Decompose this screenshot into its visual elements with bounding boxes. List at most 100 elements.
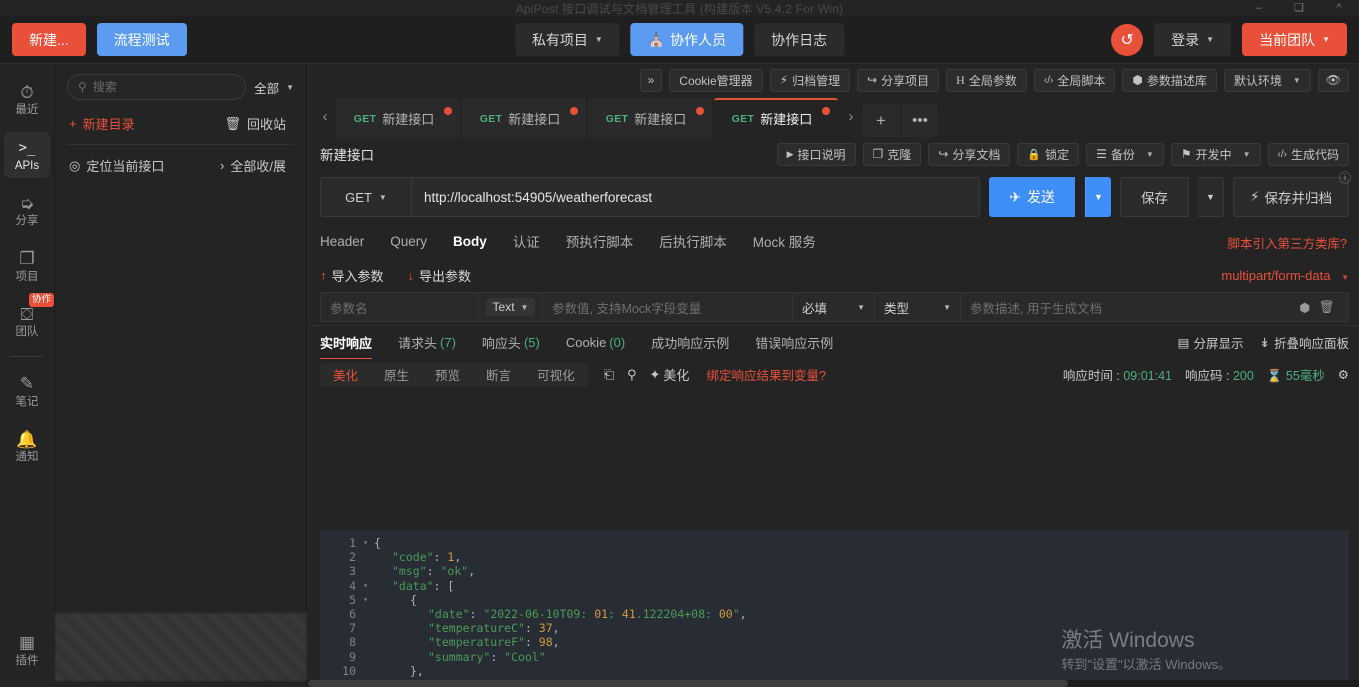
send-button[interactable]: ✈ 发送	[989, 177, 1076, 217]
format-beautify[interactable]: 美化	[320, 363, 371, 387]
format-assert[interactable]: 断言	[473, 363, 524, 387]
url-input[interactable]	[424, 189, 968, 205]
tab-mock-service[interactable]: Mock 服务	[753, 231, 816, 253]
save-options-button[interactable]: ▼	[1198, 177, 1225, 217]
tab-auth[interactable]: 认证	[513, 231, 540, 253]
sync-icon[interactable]: ↺	[1111, 23, 1144, 56]
tab-body[interactable]: Body	[453, 234, 487, 251]
request-tab[interactable]: GET 新建接口	[588, 98, 712, 137]
locate-current-api-button[interactable]: ◎ 定位当前接口	[69, 156, 164, 175]
backup-button[interactable]: ☰ 备份 ▼	[1086, 142, 1164, 166]
cookie-manager-button[interactable]: Cookie管理器	[669, 68, 763, 92]
flow-test-button[interactable]: 流程测试	[96, 23, 187, 56]
collab-log-button[interactable]: 协作日志	[754, 23, 845, 56]
param-datatype-cell[interactable]: 类型 ▼	[875, 293, 961, 321]
clone-button[interactable]: ❐ 克隆	[862, 142, 922, 166]
filter-select[interactable]: 全部 ▼	[254, 78, 294, 97]
bulk-edit-icon[interactable]: ⬢	[1299, 300, 1310, 315]
sidebar-item-team[interactable]: 协作 ⛋ 团队	[4, 293, 54, 345]
search-input[interactable]	[92, 80, 236, 94]
search-icon[interactable]: ⚲	[627, 367, 637, 383]
tab-error-example[interactable]: 错误响应示例	[755, 326, 833, 360]
team-button[interactable]: 当前团队 ▼	[1242, 23, 1347, 56]
close-button[interactable]: ^	[1319, 0, 1359, 16]
tab-cookie[interactable]: Cookie (0)	[566, 326, 625, 360]
interface-description-button[interactable]: ▶ 接口说明	[776, 142, 856, 166]
param-description-cell[interactable]: 参数描述, 用于生成文档	[961, 293, 1286, 321]
trash-icon[interactable]: 🗑	[1319, 300, 1335, 315]
tabs-next-button[interactable]: ›	[840, 96, 862, 137]
minimize-button[interactable]: –	[1239, 0, 1279, 16]
generate-code-button[interactable]: ‹/› 生成代码	[1267, 142, 1349, 166]
param-type-cell[interactable]: Text ▼	[479, 293, 543, 321]
tab-response-headers[interactable]: 响应头 (5)	[482, 326, 540, 360]
tab-realtime-response[interactable]: 实时响应	[320, 326, 373, 360]
gear-icon[interactable]: ⚙	[1338, 367, 1349, 382]
format-preview[interactable]: 预览	[422, 363, 473, 387]
environment-select[interactable]: 默认环境 ▼	[1223, 68, 1311, 92]
bind-response-variable-link[interactable]: 绑定响应结果到变量?	[706, 365, 825, 384]
tab-success-example[interactable]: 成功响应示例	[651, 326, 729, 360]
maximize-button[interactable]: ❑	[1279, 0, 1319, 16]
save-button[interactable]: 保存	[1120, 177, 1190, 217]
sidebar-item-project[interactable]: ❐ 项目	[4, 243, 50, 290]
param-required-cell[interactable]: 必填 ▼	[793, 293, 875, 321]
sidebar-item-notes[interactable]: ✎ 笔记	[4, 368, 50, 415]
search-box[interactable]: ⚲	[67, 74, 247, 100]
tab-pre-script[interactable]: 预执行脚本	[566, 231, 634, 253]
status-button[interactable]: ⚑ 开发中 ▼	[1170, 142, 1261, 166]
sidebar-item-notification[interactable]: 🔔 通知	[4, 423, 50, 470]
format-visualize[interactable]: 可视化	[524, 363, 588, 387]
project-select[interactable]: 私有项目 ▼	[514, 23, 620, 56]
export-params-button[interactable]: ↓ 导出参数	[408, 266, 472, 285]
add-tab-button[interactable]: +	[862, 104, 900, 137]
format-raw[interactable]: 原生	[371, 363, 422, 387]
split-view-button[interactable]: ▤ 分屏显示	[1178, 333, 1244, 352]
http-method-select[interactable]: GET ▼	[320, 177, 412, 217]
url-input-wrapper[interactable]	[412, 177, 981, 217]
tab-request-headers[interactable]: 请求头 (7)	[398, 326, 456, 360]
copy-icon[interactable]: ⎗	[604, 367, 614, 383]
tab-query[interactable]: Query	[390, 234, 427, 251]
request-tab[interactable]: GET 新建接口	[462, 98, 586, 137]
param-description-library-button[interactable]: ⬢ 参数描述库	[1122, 68, 1217, 92]
lock-button[interactable]: 🔒 锁定	[1017, 142, 1080, 166]
request-tab[interactable]: GET 新建接口	[336, 98, 460, 137]
content-type-select[interactable]: multipart/form-data ▼	[1221, 268, 1349, 283]
archive-manager-button[interactable]: ⚡ 归档管理	[769, 68, 851, 92]
tab-post-script[interactable]: 后执行脚本	[659, 231, 727, 253]
response-body-viewer[interactable]: 1▾234▾5▾67891011▾121314151617▾ {"code": …	[320, 530, 1349, 687]
tab-header[interactable]: Header	[320, 234, 364, 251]
sidebar-item-recent[interactable]: ⏱ 最近	[4, 76, 50, 123]
new-button[interactable]: 新建...	[12, 23, 86, 56]
send-options-button[interactable]: ▼	[1085, 177, 1112, 217]
beautify-button[interactable]: ✦ 美化	[650, 365, 690, 384]
collapse-panel-button[interactable]: ↡ 折叠响应面板	[1260, 333, 1350, 352]
global-params-button[interactable]: H 全局参数	[946, 68, 1027, 92]
third-party-library-link[interactable]: 脚本引入第三方类库?	[1228, 233, 1347, 252]
share-doc-button[interactable]: ↪ 分享文档	[928, 142, 1011, 166]
code-content[interactable]: {"code": 1, "msg": "ok", "data": [{"date":…	[360, 530, 1349, 687]
question-icon[interactable]: ⓘ	[1339, 169, 1351, 186]
new-directory-button[interactable]: + 新建目录	[69, 114, 135, 133]
import-params-button[interactable]: ↑ 导入参数	[320, 266, 384, 285]
sidebar-item-plugins[interactable]: ▦ 插件	[4, 627, 50, 674]
sidebar-item-share[interactable]: ➭ 分享	[4, 187, 50, 234]
horizontal-scrollbar[interactable]	[308, 680, 1359, 687]
param-name-cell[interactable]: 参数名	[321, 293, 479, 321]
eye-icon[interactable]: 👁	[1317, 68, 1349, 92]
share-project-button[interactable]: ↪ 分享项目	[857, 68, 940, 92]
param-type-chip[interactable]: Text ▼	[485, 298, 536, 316]
expand-toolbar-button[interactable]: »	[639, 68, 663, 92]
login-button[interactable]: 登录 ▼	[1154, 23, 1232, 56]
sidebar-item-apis[interactable]: >_ APIs	[4, 131, 50, 178]
expand-collapse-all-button[interactable]: › 全部收/展	[220, 156, 286, 175]
recycle-bin-button[interactable]: 🗑 回收站	[224, 114, 286, 133]
save-and-archive-button[interactable]: ⚡ 保存并归档	[1233, 177, 1349, 217]
collaborators-button[interactable]: ⛪ 协作人员	[630, 23, 744, 56]
tabs-prev-button[interactable]: ‹	[314, 96, 336, 137]
tab-more-button[interactable]: •••	[902, 104, 938, 137]
request-tab-active[interactable]: GET 新建接口	[714, 98, 838, 137]
param-value-cell[interactable]: 参数值, 支持Mock字段变量	[543, 293, 793, 321]
global-script-button[interactable]: ‹/› 全局脚本	[1033, 68, 1116, 92]
